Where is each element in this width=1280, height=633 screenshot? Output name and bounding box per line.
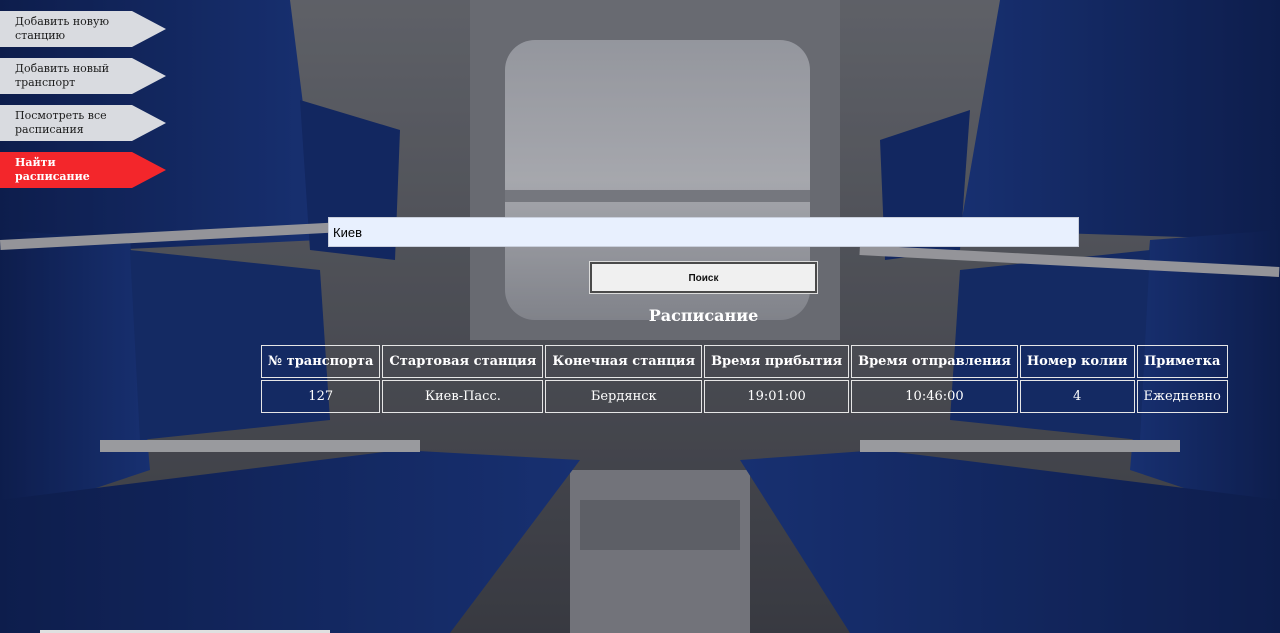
cell-departure-time: 10:46:00 [851,380,1018,413]
cell-start-station: Киев-Пасс. [382,380,544,413]
search-input[interactable] [328,217,1079,247]
cell-end-station: Бердянск [545,380,703,413]
menu-item-add-transport[interactable]: Добавить новый транспорт [0,58,166,94]
column-header-transport-number: № транспорта [261,345,381,378]
column-header-arrival-time: Время прибытия [704,345,850,378]
side-menu: Добавить новую станцию Добавить новый тр… [0,11,170,199]
column-header-departure-time: Время отправления [851,345,1018,378]
table-header-row: № транспорта Стартовая станция Конечная … [261,345,1228,378]
cell-track-number: 4 [1019,380,1135,413]
schedule-title: Расписание [648,306,759,325]
column-header-end-station: Конечная станция [545,345,703,378]
column-header-track-number: Номер колии [1019,345,1135,378]
cell-note: Ежедневно [1136,380,1228,413]
search-button[interactable]: Поиск [589,261,818,294]
cell-arrival-time: 19:01:00 [704,380,850,413]
column-header-note: Приметка [1136,345,1228,378]
menu-item-find-schedule[interactable]: Найти расписание [0,152,166,188]
menu-item-add-station[interactable]: Добавить новую станцию [0,11,166,47]
table-row: 127 Киев-Пасс. Бердянск 19:01:00 10:46:0… [261,380,1228,413]
column-header-start-station: Стартовая станция [382,345,544,378]
cell-transport-number: 127 [261,380,381,413]
schedule-table: № транспорта Стартовая станция Конечная … [259,343,1230,415]
menu-item-view-schedules[interactable]: Посмотреть все расписания [0,105,166,141]
